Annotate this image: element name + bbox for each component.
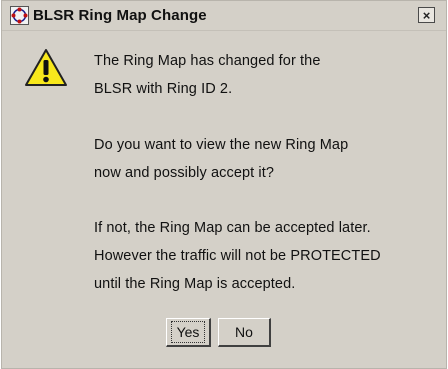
- window-title: BLSR Ring Map Change: [33, 7, 207, 24]
- message-line: BLSR with Ring ID 2.: [94, 81, 233, 97]
- message-line: Do you want to view the new Ring Map: [94, 137, 349, 153]
- close-button[interactable]: ×: [418, 7, 435, 23]
- message-line: However the traffic will not be PROTECTE…: [94, 248, 381, 264]
- title-bar[interactable]: BLSR Ring Map Change ×: [2, 1, 446, 31]
- close-icon: ×: [422, 7, 431, 23]
- message-line: If not, the Ring Map can be accepted lat…: [94, 220, 371, 236]
- no-button[interactable]: No: [218, 318, 271, 347]
- message-line: now and possibly accept it?: [94, 165, 275, 181]
- message-line: until the Ring Map is accepted.: [94, 276, 296, 292]
- yes-button[interactable]: Yes: [166, 318, 211, 347]
- message-paragraph-2: Do you want to view the new Ring Map now…: [94, 131, 348, 187]
- app-icon: [10, 6, 29, 25]
- yes-button-label: Yes: [170, 321, 206, 343]
- warning-icon: [25, 49, 67, 86]
- message-line: The Ring Map has changed for the: [94, 53, 321, 69]
- no-button-label: No: [235, 324, 253, 340]
- message-paragraph-3: If not, the Ring Map can be accepted lat…: [94, 214, 381, 298]
- message-paragraph-1: The Ring Map has changed for the BLSR wi…: [94, 47, 320, 103]
- ring-map-change-dialog: BLSR Ring Map Change × The Ring Map has …: [1, 0, 447, 369]
